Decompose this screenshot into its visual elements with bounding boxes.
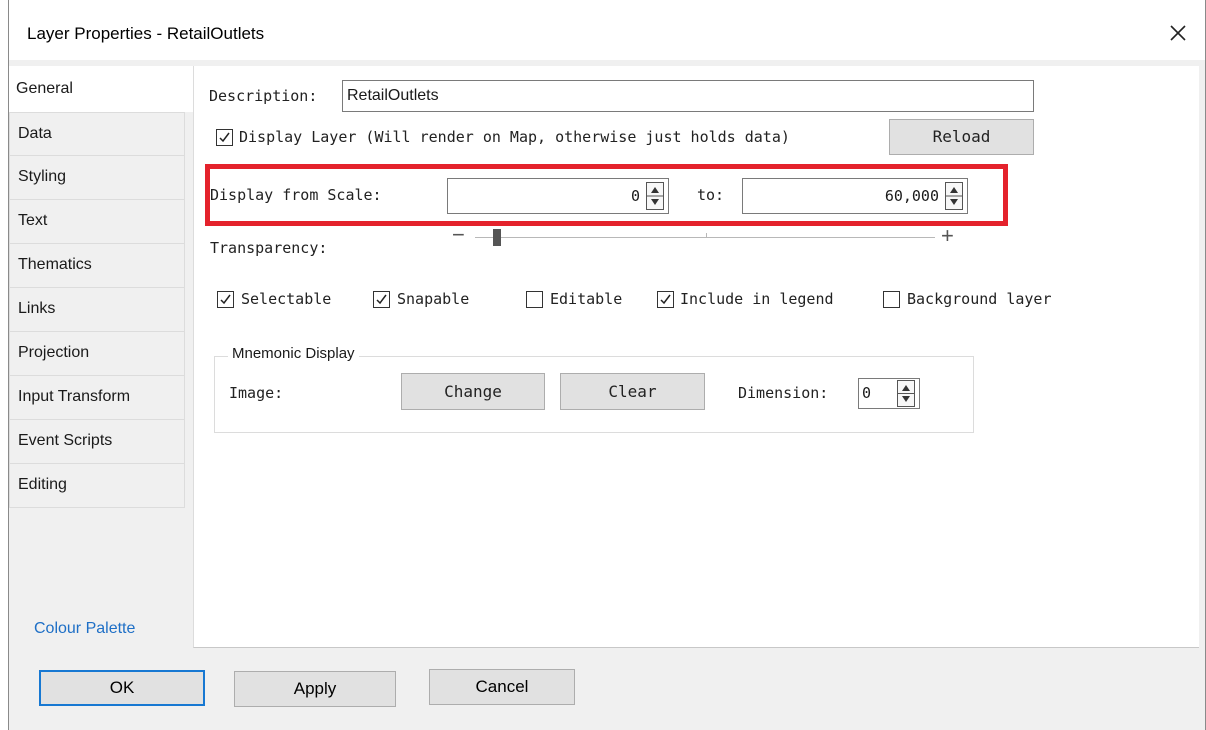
include-in-legend-checkbox[interactable] — [657, 291, 674, 308]
transparency-slider-thumb[interactable] — [493, 229, 502, 246]
scale-to-spinner[interactable] — [945, 182, 963, 210]
transparency-track[interactable] — [475, 237, 935, 238]
checkmark-icon — [660, 294, 671, 305]
window-title: Layer Properties - RetailOutlets — [27, 24, 265, 43]
title-bar: Layer Properties - RetailOutlets — [9, 0, 1205, 60]
checkmark-icon — [219, 132, 230, 143]
ok-button[interactable]: OK — [39, 670, 205, 706]
snapable-checkbox[interactable] — [373, 291, 390, 308]
tab-styling[interactable]: Styling — [9, 156, 185, 200]
spinner-arrows-icon — [647, 187, 663, 205]
transparency-label: Transparency: — [210, 239, 328, 257]
background-layer-label: Background layer — [907, 290, 1052, 308]
close-icon — [1170, 25, 1186, 41]
tab-links[interactable]: Links — [9, 288, 185, 332]
transparency-tick — [706, 233, 707, 238]
include-in-legend-label: Include in legend — [680, 290, 834, 308]
snapable-label: Snapable — [397, 290, 470, 308]
scale-to-label: to: — [697, 186, 725, 204]
tab-data[interactable]: Data — [9, 112, 185, 156]
mnemonic-display-title: Mnemonic Display — [228, 345, 359, 362]
tab-projection[interactable]: Projection — [9, 332, 185, 376]
dimension-spinner[interactable] — [897, 380, 915, 407]
image-label: Image: — [229, 384, 284, 402]
display-layer-checkbox[interactable] — [216, 129, 233, 146]
tab-input-transform[interactable]: Input Transform — [9, 376, 185, 420]
scale-to-input[interactable]: 60,000 — [742, 178, 968, 214]
editable-checkbox[interactable] — [526, 291, 543, 308]
display-layer-label: Display Layer (Will render on Map, other… — [239, 128, 790, 146]
checkmark-icon — [220, 294, 231, 305]
close-button[interactable] — [1161, 16, 1195, 50]
transparency-plus[interactable]: + — [941, 223, 954, 249]
cancel-button[interactable]: Cancel — [429, 669, 575, 705]
change-image-button[interactable]: Change — [401, 373, 545, 410]
editable-label: Editable — [550, 290, 623, 308]
scale-from-input[interactable]: 0 — [447, 178, 669, 214]
tab-editing[interactable]: Editing — [9, 464, 185, 508]
display-from-scale-label: Display from Scale: — [210, 186, 382, 204]
spinner-arrows-icon — [898, 385, 914, 402]
transparency-minus[interactable]: − — [452, 222, 465, 248]
description-input[interactable]: RetailOutlets — [342, 80, 1034, 112]
colour-palette-link[interactable]: Colour Palette — [34, 620, 135, 638]
clear-image-button[interactable]: Clear — [560, 373, 705, 410]
reload-button[interactable]: Reload — [889, 119, 1034, 155]
description-label: Description: — [209, 87, 318, 105]
scale-from-spinner[interactable] — [646, 182, 664, 210]
tab-thematics[interactable]: Thematics — [9, 244, 185, 288]
checkmark-icon — [376, 294, 387, 305]
tab-text[interactable]: Text — [9, 200, 185, 244]
apply-button[interactable]: Apply — [234, 671, 396, 707]
dimension-label: Dimension: — [738, 384, 829, 402]
dialog-window: Layer Properties - RetailOutlets General… — [8, 0, 1206, 730]
selectable-checkbox[interactable] — [217, 291, 234, 308]
selectable-label: Selectable — [241, 290, 332, 308]
spinner-arrows-icon — [946, 187, 962, 205]
tab-list: General Data Styling Text Thematics Link… — [9, 66, 194, 508]
background-layer-checkbox[interactable] — [883, 291, 900, 308]
tab-event-scripts[interactable]: Event Scripts — [9, 420, 185, 464]
tab-general[interactable]: General — [9, 66, 193, 112]
